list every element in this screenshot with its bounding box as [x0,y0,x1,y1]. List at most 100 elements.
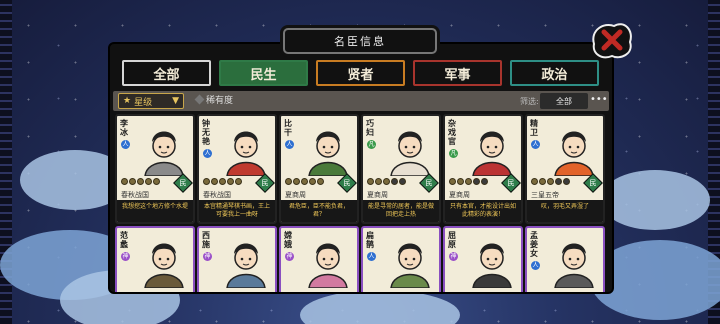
star-icon [457,178,464,185]
rank-badge: 人 [367,252,376,261]
star-icon [539,178,546,185]
filter-dropdown[interactable]: 全部 [540,93,588,109]
minister-portrait-icon [144,131,184,176]
minister-portrait-icon [308,243,348,288]
minister-card[interactable]: 范蠡神 [115,226,195,292]
minister-card[interactable]: 巧妇凡民夏商周 能是寻常的居者，能是做回把走上热 [361,114,441,224]
category-badge-label: 民 [261,179,269,187]
star-icon [137,178,144,185]
star-icon [129,178,136,185]
category-badge: 民 [501,173,521,193]
star-icon [547,178,554,185]
minister-quote: 君危臣，臣不能负君，君？ [281,200,357,222]
dialog-title: 名臣信息 [283,28,437,54]
rank-badge: 人 [203,149,212,158]
minister-card[interactable]: 孟姜女人 [525,226,605,292]
minister-card[interactable]: 钟无艳人民春秋战国 本宫精通琴棋书画，王上可要我上一曲呀 [197,114,277,224]
rank-badge: 人 [121,140,130,149]
category-badge: 民 [583,173,603,193]
star-rating [285,178,324,185]
close-icon [592,23,632,59]
minister-quote: 我想挖这个地方修个水堤 [117,200,193,222]
minister-name: 西施 [202,231,210,249]
minister-portrait-icon [226,243,266,288]
star-icon [317,178,324,185]
minister-name: 精卫 [530,119,538,137]
star-icon [375,178,382,185]
star-level-label: 星级 [134,97,153,108]
era-label: 三皇五帝 [531,191,559,199]
close-button[interactable] [590,20,634,60]
minister-card[interactable]: 嫦娥神 [279,226,359,292]
star-icon: ★ [123,96,132,106]
star-icon [285,178,292,185]
minister-portrait-icon [390,243,430,288]
rank-badge: 神 [285,252,294,261]
chevron-down-icon: ▼ [172,96,179,106]
star-icon [203,178,210,185]
category-tabs: 全部 民生 贤者 军事 政治 [122,60,599,86]
star-icon [121,178,128,185]
category-badge-label: 民 [179,179,187,187]
tab-sage[interactable]: 贤者 [316,60,405,86]
minister-card[interactable]: 精卫人民三皇五帝 叹，羽毛又弄湿了 [525,114,605,224]
tab-livelihood[interactable]: 民生 [219,60,308,86]
era-label: 夏商周 [449,191,470,199]
minister-portrait-icon [554,243,594,288]
star-icon [153,178,160,185]
star-level-dropdown[interactable]: ★ 星级 ▼ [118,93,184,109]
star-icon [383,178,390,185]
minister-card-grid: 李冰人民春秋战国 我想挖这个地方修个水堤 钟无艳人民春秋战国 本宫精通琴棋书画，王上可… [115,114,609,292]
minister-portrait-icon [226,131,266,176]
category-badge: 民 [173,173,193,193]
diamond-icon [194,94,205,105]
star-rating [531,178,570,185]
minister-name: 扁鹊 [366,231,374,249]
star-icon [465,178,472,185]
minister-card[interactable]: 西施神 [197,226,277,292]
era-label: 春秋战国 [203,191,231,199]
minister-card[interactable]: 李冰人民春秋战国 我想挖这个地方修个水堤 [115,114,195,224]
minister-name: 嫦娥 [284,231,292,249]
minister-card[interactable]: 扁鹊人 [361,226,441,292]
star-icon [367,178,374,185]
star-icon [391,178,398,185]
minister-portrait-icon [308,131,348,176]
star-icon [301,178,308,185]
category-badge-label: 民 [343,179,351,187]
star-icon [145,178,152,185]
minister-card[interactable]: 屈原神 [443,226,523,292]
category-badge: 民 [255,173,275,193]
star-icon [219,178,226,185]
minister-name: 杂戏官 [448,119,456,146]
category-badge-label: 民 [425,179,433,187]
rank-badge: 凡 [449,149,458,158]
minister-portrait-icon [472,131,512,176]
minister-portrait-icon [554,131,594,176]
star-icon [449,178,456,185]
star-icon [473,178,480,185]
minister-name: 钟无艳 [202,119,210,146]
category-badge: 民 [419,173,439,193]
star-icon [481,178,488,185]
minister-quote: 本宫精通琴棋书画，王上可要我上一曲呀 [199,200,275,222]
minister-name: 比干 [284,119,292,137]
tab-politics[interactable]: 政治 [510,60,599,86]
era-label: 春秋战国 [121,191,149,199]
rank-badge: 神 [121,252,130,261]
rarity-sort-label: 稀有度 [206,96,234,106]
minister-portrait-icon [390,131,430,176]
minister-card[interactable]: 杂戏官凡民夏商周 只有本官，才能设计出如此精彩的表演！ [443,114,523,224]
minister-quote: 只有本官，才能设计出如此精彩的表演！ [445,200,521,222]
star-icon [563,178,570,185]
tab-all[interactable]: 全部 [122,60,211,86]
minister-card[interactable]: 比干人民夏商周 君危臣，臣不能负君，君？ [279,114,359,224]
rarity-sort-button[interactable]: 稀有度 [194,93,234,106]
star-icon [227,178,234,185]
era-label: 夏商周 [285,191,306,199]
tab-military[interactable]: 军事 [413,60,502,86]
more-options-button[interactable]: ••• [590,94,608,105]
star-rating [449,178,488,185]
minister-name: 范蠡 [120,231,128,249]
star-rating [367,178,406,185]
